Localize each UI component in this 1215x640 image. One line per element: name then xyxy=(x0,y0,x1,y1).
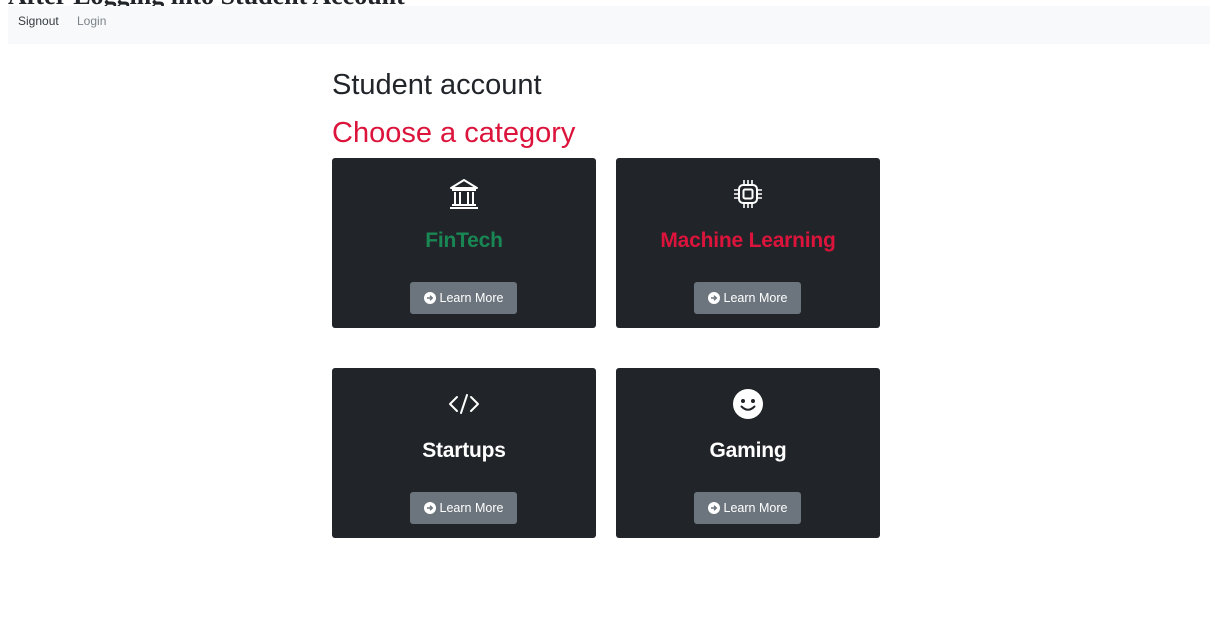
card-title: FinTech xyxy=(425,229,503,252)
navbar: Signout Login xyxy=(8,6,1210,44)
learn-more-button[interactable]: Learn More xyxy=(694,492,801,524)
learn-more-button[interactable]: Learn More xyxy=(410,282,517,314)
category-card-fintech: FinTech Learn More xyxy=(332,158,596,328)
button-label: Learn More xyxy=(723,291,788,305)
button-label: Learn More xyxy=(439,291,504,305)
arrow-right-circle-icon xyxy=(423,292,436,304)
card-title: Machine Learning xyxy=(660,229,836,252)
button-label: Learn More xyxy=(439,501,504,515)
code-slash-icon xyxy=(332,387,596,421)
smiley-icon xyxy=(616,387,880,421)
card-title: Gaming xyxy=(709,439,787,462)
signout-link[interactable]: Signout xyxy=(18,14,59,28)
learn-more-button[interactable]: Learn More xyxy=(410,492,517,524)
button-label: Learn More xyxy=(723,501,788,515)
learn-more-button[interactable]: Learn More xyxy=(694,282,801,314)
page-title: Student account xyxy=(332,69,542,101)
card-title: Startups xyxy=(422,439,506,462)
arrow-right-circle-icon xyxy=(707,292,720,304)
category-card-machine-learning: Machine Learning Learn More xyxy=(616,158,880,328)
cpu-icon xyxy=(616,177,880,211)
arrow-right-circle-icon xyxy=(707,502,720,514)
bank-icon xyxy=(332,177,596,211)
arrow-right-circle-icon xyxy=(423,502,436,514)
category-card-gaming: Gaming Learn More xyxy=(616,368,880,538)
login-link[interactable]: Login xyxy=(77,14,106,28)
category-card-startups: Startups Learn More xyxy=(332,368,596,538)
category-heading: Choose a category xyxy=(332,117,576,149)
